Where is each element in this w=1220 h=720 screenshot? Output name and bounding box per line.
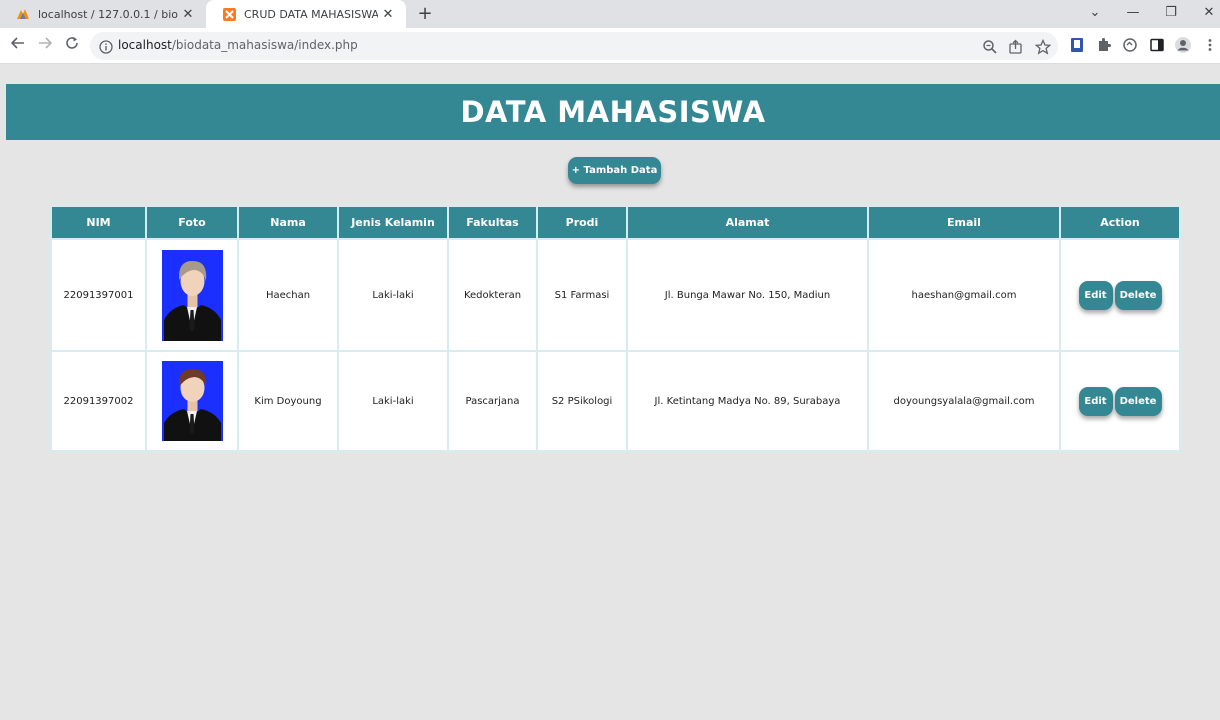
reload-icon[interactable] <box>61 35 83 57</box>
site-info-icon[interactable] <box>99 39 113 54</box>
cell-alamat: Jl. Ketintang Madya No. 89, Surabaya <box>626 350 869 452</box>
page-header: DATA MAHASISWA <box>6 84 1220 140</box>
header-action: Action <box>1059 205 1181 240</box>
tab-search-icon[interactable]: ⌄ <box>1076 0 1114 28</box>
tab-phpmyadmin[interactable]: localhost / 127.0.0.1 / biodata_m ✕ <box>0 0 206 28</box>
tab-title: localhost / 127.0.0.1 / biodata_m <box>38 7 178 21</box>
table-row: 22091397002 Kim Doyoung Laki-laki Pascar… <box>50 350 1181 452</box>
close-tab-icon[interactable]: ✕ <box>378 7 398 22</box>
zoom-icon[interactable] <box>982 39 998 55</box>
url-path: /biodata_mahasiswa/index.php <box>171 38 358 52</box>
delete-button[interactable]: Delete <box>1114 280 1162 310</box>
cell-email: haeshan@gmail.com <box>867 238 1061 352</box>
cell-nim: 22091397002 <box>50 350 147 452</box>
header-alamat: Alamat <box>626 205 869 240</box>
header-email: Email <box>867 205 1061 240</box>
restore-icon[interactable]: ❐ <box>1152 0 1190 28</box>
table-header-row: NIM Foto Nama Jenis Kelamin Fakultas Pro… <box>50 205 1181 240</box>
cell-action: Edit Delete <box>1059 238 1181 352</box>
profile-avatar-icon[interactable] <box>1175 37 1191 53</box>
menu-kebab-icon[interactable] <box>1202 37 1218 53</box>
page-title: DATA MAHASISWA <box>460 95 766 129</box>
xampp-icon <box>222 7 236 21</box>
cell-jenis-kelamin: Laki-laki <box>337 238 449 352</box>
new-tab-icon[interactable]: + <box>414 3 436 25</box>
cell-foto <box>145 238 239 352</box>
header-foto: Foto <box>145 205 239 240</box>
tab-strip: localhost / 127.0.0.1 / biodata_m ✕ CRUD… <box>0 0 1220 28</box>
forward-icon[interactable] <box>34 35 56 57</box>
header-nim: NIM <box>50 205 147 240</box>
browser-toolbar: localhost/biodata_mahasiswa/index.php <box>0 28 1220 64</box>
student-photo <box>161 361 223 441</box>
table-row: 22091397001 Haechan Laki-laki Kedokteran… <box>50 238 1181 352</box>
url-text[interactable]: localhost/biodata_mahasiswa/index.php <box>118 38 358 52</box>
edit-button[interactable]: Edit <box>1078 280 1113 310</box>
cell-alamat: Jl. Bunga Mawar No. 150, Madiun <box>626 238 869 352</box>
address-bar[interactable]: localhost/biodata_mahasiswa/index.php <box>90 32 1058 60</box>
side-panel-icon[interactable] <box>1149 37 1165 53</box>
cell-foto <box>145 350 239 452</box>
tab-title: CRUD DATA MAHASISWA <box>244 7 378 21</box>
header-fakultas: Fakultas <box>447 205 538 240</box>
cell-prodi: S2 PSikologi <box>536 350 628 452</box>
phpmyadmin-icon <box>16 7 30 21</box>
url-host: localhost <box>118 38 172 52</box>
cell-fakultas: Pascarjana <box>447 350 538 452</box>
delete-button[interactable]: Delete <box>1114 386 1162 416</box>
extensions-icon[interactable] <box>1096 37 1112 53</box>
share-icon[interactable] <box>1008 39 1024 55</box>
cell-prodi: S1 Farmasi <box>536 238 628 352</box>
close-tab-icon[interactable]: ✕ <box>178 7 198 22</box>
cell-action: Edit Delete <box>1059 350 1181 452</box>
tab-crud[interactable]: CRUD DATA MAHASISWA ✕ <box>206 0 406 28</box>
header-prodi: Prodi <box>536 205 628 240</box>
cell-jenis-kelamin: Laki-laki <box>337 350 449 452</box>
edit-button[interactable]: Edit <box>1078 386 1113 416</box>
header-jenis-kelamin: Jenis Kelamin <box>337 205 449 240</box>
close-window-icon[interactable]: ✕ <box>1190 0 1220 28</box>
minimize-icon[interactable]: — <box>1114 0 1152 28</box>
back-icon[interactable] <box>7 35 29 57</box>
cell-nim: 22091397001 <box>50 238 147 352</box>
cell-email: doyoungsyalala@gmail.com <box>867 350 1061 452</box>
header-nama: Nama <box>237 205 339 240</box>
add-data-button[interactable]: + Tambah Data <box>568 157 661 184</box>
sync-icon[interactable] <box>1122 37 1138 53</box>
reading-list-icon[interactable] <box>1069 37 1085 53</box>
cell-nama: Haechan <box>237 238 339 352</box>
student-photo <box>161 249 223 341</box>
cell-nama: Kim Doyoung <box>237 350 339 452</box>
bookmark-star-icon[interactable] <box>1034 38 1052 55</box>
cell-fakultas: Kedokteran <box>447 238 538 352</box>
student-table: NIM Foto Nama Jenis Kelamin Fakultas Pro… <box>50 205 1181 452</box>
